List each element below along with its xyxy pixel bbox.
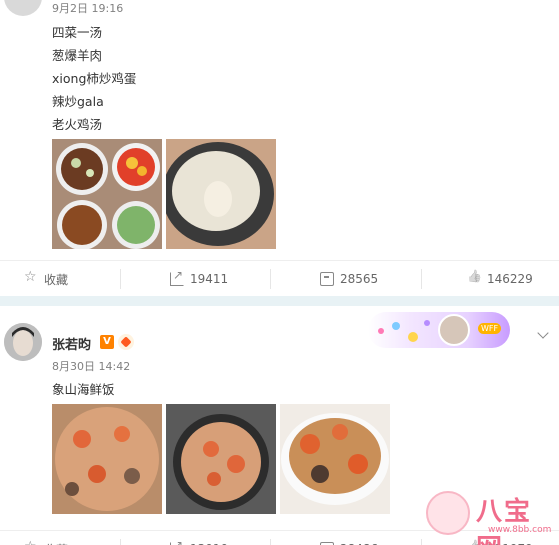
weibo-post-1: 9月2日 19:16 四菜一汤 葱爆羊肉 xiong柿炒鸡蛋 辣炒gala 老火… xyxy=(0,0,559,296)
username[interactable]: 张若昀 xyxy=(52,334,91,353)
post-text-line: xiong柿炒鸡蛋 xyxy=(52,71,137,86)
post-timestamp[interactable]: 8月30日 14:42 xyxy=(52,358,130,374)
comment-button[interactable]: 28565 xyxy=(320,261,378,297)
divider xyxy=(270,539,271,545)
post-separator xyxy=(0,296,559,306)
like-button[interactable]: 146229 xyxy=(467,261,533,297)
action-bar: 收藏 19411 28565 146229 xyxy=(0,260,559,296)
watermark-text: 八宝网 xyxy=(476,497,533,545)
post-photo[interactable] xyxy=(166,139,276,249)
verified-badge-icon[interactable]: V xyxy=(100,335,114,349)
star-icon xyxy=(24,269,38,286)
favorite-label: 收藏 xyxy=(44,541,68,545)
repost-icon xyxy=(170,268,184,286)
repost-count: 19411 xyxy=(190,272,229,286)
fan-banner[interactable]: WFF xyxy=(368,312,510,348)
favorite-button[interactable]: 收藏 xyxy=(24,261,68,297)
member-badge-icon[interactable] xyxy=(118,334,134,350)
post-text: 象山海鲜饭 xyxy=(52,382,115,397)
post-photo[interactable] xyxy=(52,404,162,514)
post-photo[interactable] xyxy=(52,139,162,249)
decor-dot xyxy=(392,322,400,330)
watermark-logo-icon xyxy=(426,491,470,535)
divider xyxy=(421,269,422,289)
post-timestamp[interactable]: 9月2日 19:16 xyxy=(52,0,123,16)
site-watermark: 八宝网 www.8bb.com xyxy=(418,487,558,545)
chevron-down-icon[interactable] xyxy=(537,327,549,339)
divider xyxy=(120,539,121,545)
post-photo[interactable] xyxy=(280,404,390,514)
thumbs-up-icon xyxy=(467,272,481,286)
favorite-button[interactable]: 收藏 xyxy=(24,531,68,545)
avatar[interactable] xyxy=(4,0,42,16)
banner-portrait xyxy=(438,314,470,346)
decor-dot xyxy=(424,320,430,326)
post-text-line: 葱爆羊肉 xyxy=(52,48,103,63)
decor-dot xyxy=(408,332,418,342)
banner-badge: WFF xyxy=(478,323,502,334)
post-text-line: 辣炒gala xyxy=(52,94,104,109)
repost-button[interactable]: 19411 xyxy=(170,261,228,297)
comment-icon xyxy=(320,272,334,286)
post-text-line: 老火鸡汤 xyxy=(52,117,103,132)
repost-button[interactable]: 13010 xyxy=(170,531,228,545)
comment-count: 28565 xyxy=(340,272,379,286)
comment-button[interactable]: 28486 xyxy=(320,531,378,545)
like-count: 146229 xyxy=(487,272,533,286)
divider xyxy=(270,269,271,289)
divider xyxy=(120,269,121,289)
post-text-line: 四菜一汤 xyxy=(52,25,103,40)
avatar[interactable] xyxy=(4,323,42,361)
decor-dot xyxy=(378,328,384,334)
favorite-label: 收藏 xyxy=(44,272,69,287)
post-photo[interactable] xyxy=(166,404,276,514)
watermark-url: www.8bb.com xyxy=(488,525,552,535)
